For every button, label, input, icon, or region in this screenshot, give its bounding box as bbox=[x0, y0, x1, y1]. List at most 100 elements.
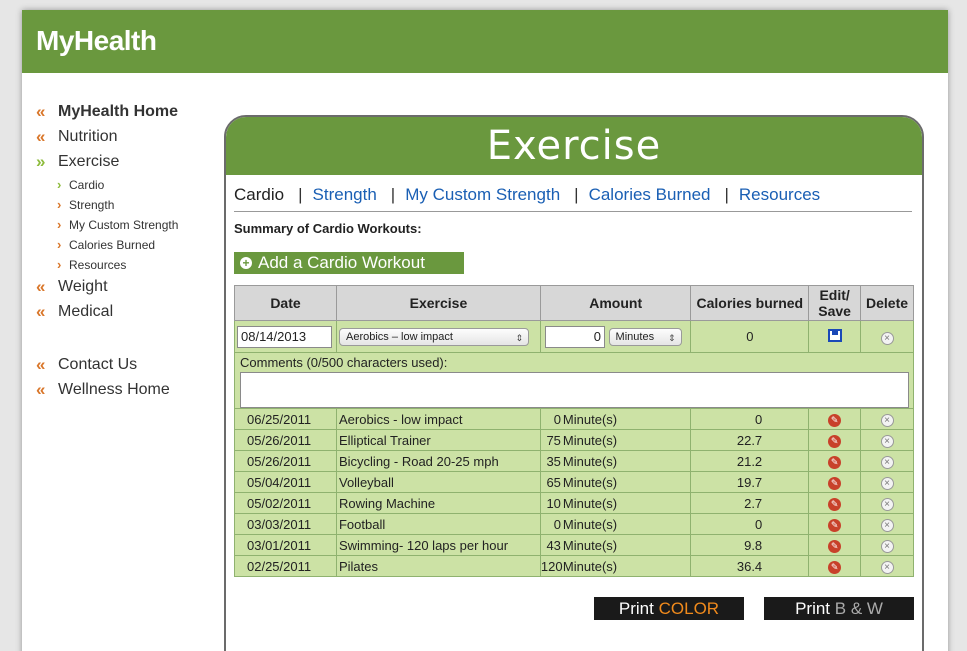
save-icon[interactable] bbox=[827, 328, 842, 342]
column-header-exercise: Exercise bbox=[335, 285, 541, 321]
table-row: 05/26/2011 Bicycling - Road 20-25 mph 35… bbox=[234, 450, 914, 472]
tab-cardio[interactable]: Cardio bbox=[234, 185, 284, 204]
row-amount-unit: Minute(s) bbox=[562, 516, 618, 532]
row-delete-cell: × bbox=[860, 555, 914, 577]
edit-header-line: Edit/ bbox=[819, 287, 850, 303]
chevron-left-icon: « bbox=[36, 302, 46, 321]
cardio-workouts-table: Date Exercise Amount Calories burned Edi… bbox=[234, 285, 914, 577]
delete-x-icon[interactable]: × bbox=[880, 331, 894, 345]
wrench-edit-icon[interactable]: ✎ bbox=[828, 540, 842, 553]
amount-input[interactable]: 0 bbox=[544, 325, 605, 348]
wrench-edit-icon[interactable]: ✎ bbox=[828, 519, 842, 532]
row-calories: 0 bbox=[690, 408, 810, 430]
row-amount-value: 65 bbox=[546, 474, 561, 490]
row-edit-cell: ✎ bbox=[808, 513, 862, 535]
row-date: 03/01/2011 bbox=[234, 534, 337, 556]
date-cell: 08/14/2013 bbox=[234, 320, 337, 353]
row-delete-cell: × bbox=[860, 534, 914, 556]
print-label: Print bbox=[795, 599, 831, 618]
chevron-left-icon: « bbox=[36, 277, 46, 296]
tab-resources[interactable]: Resources bbox=[739, 185, 820, 204]
sidebar-item-contact-us[interactable]: « Contact Us bbox=[36, 355, 226, 380]
exercise-select[interactable]: Aerobics – low impact ⇕ bbox=[338, 327, 529, 346]
delete-x-icon[interactable]: × bbox=[880, 414, 894, 427]
row-amount-value: 75 bbox=[546, 432, 561, 448]
chevron-left-icon: « bbox=[36, 380, 46, 399]
save-cell bbox=[808, 320, 862, 353]
wrench-edit-icon[interactable]: ✎ bbox=[828, 498, 842, 511]
chevron-left-icon: « bbox=[36, 102, 46, 121]
row-delete-cell: × bbox=[860, 471, 914, 493]
sidebar-subitem-resources[interactable]: › Resources bbox=[36, 257, 226, 277]
calories-cell: 0 bbox=[690, 320, 810, 353]
row-exercise: Aerobics - low impact bbox=[335, 408, 541, 430]
delete-x-icon[interactable]: × bbox=[880, 540, 894, 553]
comments-row: Comments (0/500 characters used): bbox=[234, 352, 914, 409]
sidebar-subitem-label: My Custom Strength bbox=[69, 218, 179, 232]
tab-calories-burned[interactable]: Calories Burned bbox=[589, 185, 711, 204]
tab-my-custom-strength[interactable]: My Custom Strength bbox=[405, 185, 560, 204]
row-calories: 22.7 bbox=[690, 429, 810, 451]
sidebar-subitem-custom-strength[interactable]: › My Custom Strength bbox=[36, 217, 226, 237]
delete-x-icon[interactable]: × bbox=[880, 561, 894, 574]
sidebar-item-wellness-home[interactable]: « Wellness Home bbox=[36, 380, 226, 405]
column-header-delete: Delete bbox=[860, 285, 914, 321]
sidebar-subitem-strength[interactable]: › Strength bbox=[36, 197, 226, 217]
row-amount: 65 Minute(s) bbox=[539, 471, 692, 493]
column-header-date: Date bbox=[234, 285, 337, 321]
chevron-right-icon: › bbox=[57, 177, 62, 192]
row-amount-value: 0 bbox=[553, 411, 561, 427]
sidebar-item-exercise[interactable]: » Exercise bbox=[36, 152, 226, 177]
sidebar-item-nutrition[interactable]: « Nutrition bbox=[36, 127, 226, 152]
row-amount-unit: Minute(s) bbox=[562, 495, 618, 511]
sidebar-subitem-cardio[interactable]: › Cardio bbox=[36, 177, 226, 197]
print-color-button[interactable]: Print COLOR bbox=[594, 597, 744, 620]
row-date: 02/25/2011 bbox=[234, 555, 337, 577]
sidebar-subitem-label: Cardio bbox=[69, 178, 105, 192]
table-row: 03/01/2011 Swimming- 120 laps per hour 4… bbox=[234, 534, 914, 556]
delete-x-icon[interactable]: × bbox=[880, 456, 894, 469]
row-calories: 36.4 bbox=[690, 555, 810, 577]
tab-bar: Cardio | Strength | My Custom Strength | Calor… bbox=[234, 185, 820, 205]
comments-textarea[interactable] bbox=[240, 372, 909, 408]
table-header-row: Date Exercise Amount Calories burned Edi… bbox=[234, 285, 914, 321]
wrench-edit-icon[interactable]: ✎ bbox=[828, 456, 842, 469]
sidebar-item-myhealth-home[interactable]: « MyHealth Home bbox=[36, 102, 226, 127]
delete-x-icon[interactable]: × bbox=[880, 519, 894, 532]
row-amount-unit: Minute(s) bbox=[562, 411, 618, 427]
row-exercise: Swimming- 120 laps per hour bbox=[335, 534, 541, 556]
sidebar-item-weight[interactable]: « Weight bbox=[36, 277, 226, 302]
wrench-edit-icon[interactable]: ✎ bbox=[828, 414, 842, 427]
row-calories: 2.7 bbox=[690, 492, 810, 514]
sidebar-subitem-calories-burned[interactable]: › Calories Burned bbox=[36, 237, 226, 257]
delete-x-icon[interactable]: × bbox=[880, 498, 894, 511]
chevron-right-icon: » bbox=[36, 152, 46, 171]
table-row: 05/04/2011 Volleyball 65 Minute(s) 19.7 ✎… bbox=[234, 471, 914, 493]
unit-select[interactable]: Minutes ⇕ bbox=[608, 327, 682, 346]
wrench-edit-icon[interactable]: ✎ bbox=[828, 435, 842, 448]
save-header-line: Save bbox=[818, 303, 851, 319]
row-date: 05/26/2011 bbox=[234, 450, 337, 472]
sidebar-item-label: Nutrition bbox=[58, 128, 118, 145]
row-edit-cell: ✎ bbox=[808, 429, 862, 451]
row-calories: 0 bbox=[690, 513, 810, 535]
delete-x-icon[interactable]: × bbox=[880, 477, 894, 490]
delete-x-icon[interactable]: × bbox=[880, 435, 894, 448]
select-arrows-icon: ⇕ bbox=[668, 332, 676, 343]
date-input[interactable]: 08/14/2013 bbox=[237, 325, 332, 348]
wrench-edit-icon[interactable]: ✎ bbox=[828, 477, 842, 490]
tab-strength[interactable]: Strength bbox=[313, 185, 377, 204]
wrench-edit-icon[interactable]: ✎ bbox=[828, 561, 842, 574]
row-exercise: Rowing Machine bbox=[335, 492, 541, 514]
row-date: 06/25/2011 bbox=[234, 408, 337, 430]
page-title: Exercise bbox=[486, 123, 662, 169]
row-date: 05/26/2011 bbox=[234, 429, 337, 451]
print-bw-button[interactable]: Print B & W bbox=[764, 597, 914, 620]
delete-cell: × bbox=[860, 320, 914, 353]
new-entry-row: 08/14/2013 Aerobics – low impact ⇕ 0 Minu… bbox=[234, 320, 914, 353]
sidebar-item-medical[interactable]: « Medical bbox=[36, 302, 226, 327]
unit-select-value: Minutes bbox=[615, 330, 655, 343]
brand-logo[interactable]: MyHealth bbox=[36, 25, 157, 57]
chevron-right-icon: › bbox=[57, 197, 62, 212]
add-cardio-workout-button[interactable]: + Add a Cardio Workout bbox=[234, 252, 464, 274]
